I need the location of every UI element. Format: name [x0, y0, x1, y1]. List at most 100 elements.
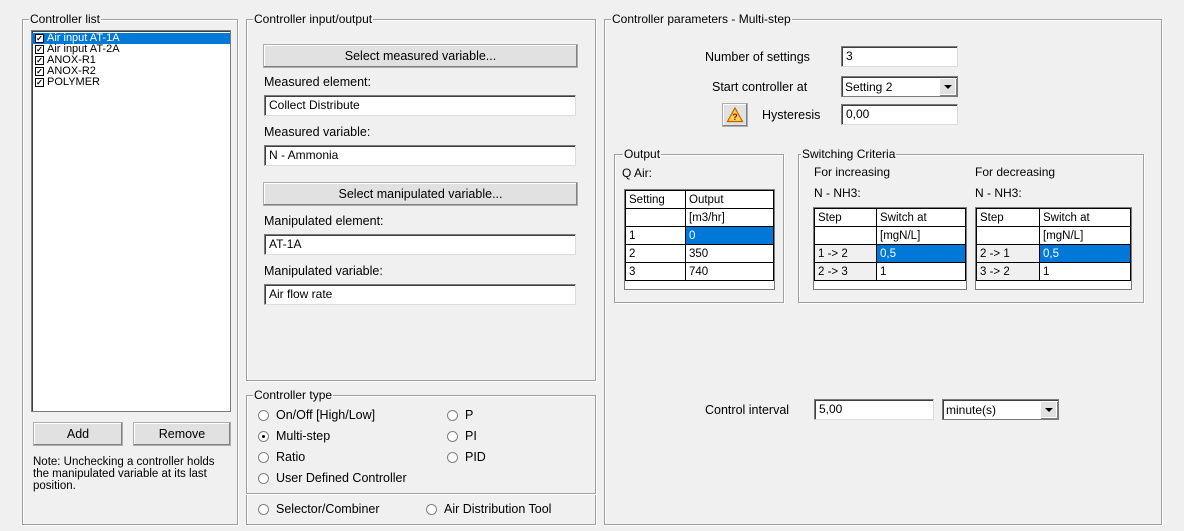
- unchecking-note: Note: Unchecking a controller holds the …: [33, 456, 215, 492]
- decreasing-table[interactable]: Step Switch at [mgN/L] 2 -> 1 0,5 3 -> 2…: [976, 208, 1131, 281]
- controller-listbox[interactable]: ✓ Air input AT-1A ✓ Air input AT-2A ✓ ANOX-…: [31, 30, 231, 412]
- start-controller-select[interactable]: Setting 2: [841, 76, 958, 97]
- table-row[interactable]: 2 350: [625, 244, 774, 263]
- params-title: Controller parameters - Multi-step: [611, 12, 792, 26]
- measured-variable-field[interactable]: N - Ammonia: [264, 145, 576, 166]
- radio-button[interactable]: [426, 503, 437, 515]
- increasing-table[interactable]: Step Switch at [mgN/L] 1 -> 2 0,5 2 -> 3…: [814, 208, 966, 281]
- radio-selector-combiner[interactable]: Selector/Combiner: [258, 502, 380, 516]
- table-cell: 2: [625, 244, 686, 263]
- table-cell: [625, 208, 686, 227]
- radio-button[interactable]: [258, 409, 269, 421]
- table-cell[interactable]: 350: [685, 244, 774, 263]
- radio-pid[interactable]: PID: [447, 450, 486, 464]
- table-cell: 2 -> 3: [814, 262, 877, 281]
- number-of-settings-field[interactable]: 3: [841, 46, 958, 67]
- chevron-down-icon[interactable]: [1040, 401, 1057, 418]
- warning-help-icon: ?: [726, 106, 744, 123]
- checkbox[interactable]: ✓: [35, 56, 44, 65]
- for-increasing-label: For increasing: [814, 165, 891, 179]
- table-header: Switch at: [876, 208, 966, 227]
- control-interval-label: Control interval: [705, 403, 790, 417]
- decreasing-variable-label: N - NH3:: [975, 186, 1022, 200]
- radio-multistep[interactable]: Multi-step: [258, 429, 330, 443]
- table-cell: 1 -> 2: [814, 244, 877, 263]
- table-cell: [976, 226, 1040, 245]
- table-cell[interactable]: 0,5: [1039, 244, 1131, 263]
- radio-onoff[interactable]: On/Off [High/Low]: [258, 408, 375, 422]
- radio-air-distribution-tool[interactable]: Air Distribution Tool: [426, 502, 551, 516]
- table-cell: [814, 226, 877, 245]
- table-header: Setting: [625, 190, 686, 209]
- table-row[interactable]: 2 -> 3 1: [814, 262, 966, 281]
- table-units-row: [mgN/L]: [976, 226, 1131, 245]
- hysteresis-field[interactable]: 0,00: [841, 104, 958, 125]
- measured-element-label: Measured element:: [264, 75, 372, 89]
- table-cell[interactable]: 0,5: [876, 244, 966, 263]
- table-cell: [mgN/L]: [1039, 226, 1131, 245]
- radio-button[interactable]: [258, 503, 269, 515]
- table-cell: [m3/hr]: [685, 208, 774, 227]
- select-manipulated-variable-button[interactable]: Select manipulated variable...: [263, 182, 578, 206]
- table-cell[interactable]: 1: [876, 262, 966, 281]
- checkbox[interactable]: ✓: [35, 78, 44, 87]
- table-row[interactable]: 3 740: [625, 262, 774, 281]
- list-item[interactable]: ✓ POLYMER: [32, 77, 230, 88]
- chevron-down-icon[interactable]: [939, 78, 956, 95]
- remove-button[interactable]: Remove: [133, 422, 231, 446]
- select-measured-variable-button[interactable]: Select measured variable...: [263, 44, 578, 68]
- table-row[interactable]: 3 -> 2 1: [976, 262, 1131, 281]
- radio-user-defined[interactable]: User Defined Controller: [258, 471, 407, 485]
- table-cell[interactable]: 740: [685, 262, 774, 281]
- controller-type-title: Controller type: [253, 388, 334, 402]
- increasing-variable-label: N - NH3:: [814, 186, 861, 200]
- table-row[interactable]: 1 -> 2 0,5: [814, 244, 966, 263]
- measured-variable-label: Measured variable:: [264, 125, 371, 139]
- manipulated-variable-field[interactable]: Air flow rate: [264, 284, 576, 305]
- control-interval-field[interactable]: 5,00: [814, 399, 934, 420]
- add-button[interactable]: Add: [33, 422, 123, 446]
- switching-criteria-title: Switching Criteria: [801, 147, 897, 161]
- table-cell: [mgN/L]: [876, 226, 966, 245]
- radio-button[interactable]: [447, 430, 458, 442]
- checkbox[interactable]: ✓: [35, 67, 44, 76]
- radio-button[interactable]: [447, 451, 458, 463]
- table-row[interactable]: 2 -> 1 0,5: [976, 244, 1131, 263]
- table-cell[interactable]: 1: [1039, 262, 1131, 281]
- table-header: Step: [976, 208, 1040, 227]
- output-title: Output: [623, 147, 662, 161]
- for-decreasing-label: For decreasing: [975, 165, 1056, 179]
- table-header: Output: [685, 190, 774, 209]
- radio-ratio[interactable]: Ratio: [258, 450, 305, 464]
- checkbox[interactable]: ✓: [35, 34, 44, 43]
- table-header-row: Setting Output: [625, 190, 774, 209]
- radio-button[interactable]: [258, 430, 269, 442]
- hysteresis-label: Hysteresis: [762, 108, 821, 122]
- table-units-row: [mgN/L]: [814, 226, 966, 245]
- radio-button[interactable]: [258, 472, 269, 484]
- number-of-settings-label: Number of settings: [705, 50, 810, 64]
- table-row[interactable]: 1 0: [625, 226, 774, 245]
- table-cell: 2 -> 1: [976, 244, 1040, 263]
- radio-button[interactable]: [258, 451, 269, 463]
- measured-element-field[interactable]: Collect Distribute: [264, 95, 576, 116]
- checkbox[interactable]: ✓: [35, 45, 44, 54]
- radio-button[interactable]: [447, 409, 458, 421]
- radio-p[interactable]: P: [447, 408, 473, 422]
- separator: [246, 493, 596, 495]
- table-header-row: Step Switch at: [976, 208, 1131, 227]
- table-header-row: Step Switch at: [814, 208, 966, 227]
- start-controller-label: Start controller at: [712, 80, 808, 94]
- control-interval-unit-select[interactable]: minute(s): [942, 399, 1059, 420]
- table-units-row: [m3/hr]: [625, 208, 774, 227]
- radio-pi[interactable]: PI: [447, 429, 477, 443]
- manipulated-variable-label: Manipulated variable:: [264, 264, 383, 278]
- control-interval-unit-value: minute(s): [946, 403, 997, 417]
- start-controller-value: Setting 2: [845, 80, 893, 94]
- output-table[interactable]: Setting Output [m3/hr] 1 0 2 350 3 740: [625, 190, 774, 281]
- manipulated-element-field[interactable]: AT-1A: [264, 234, 576, 255]
- table-cell[interactable]: 0: [685, 226, 774, 245]
- hysteresis-help-button[interactable]: ?: [722, 103, 748, 127]
- table-cell: 1: [625, 226, 686, 245]
- output-subtitle: Q Air:: [622, 166, 653, 180]
